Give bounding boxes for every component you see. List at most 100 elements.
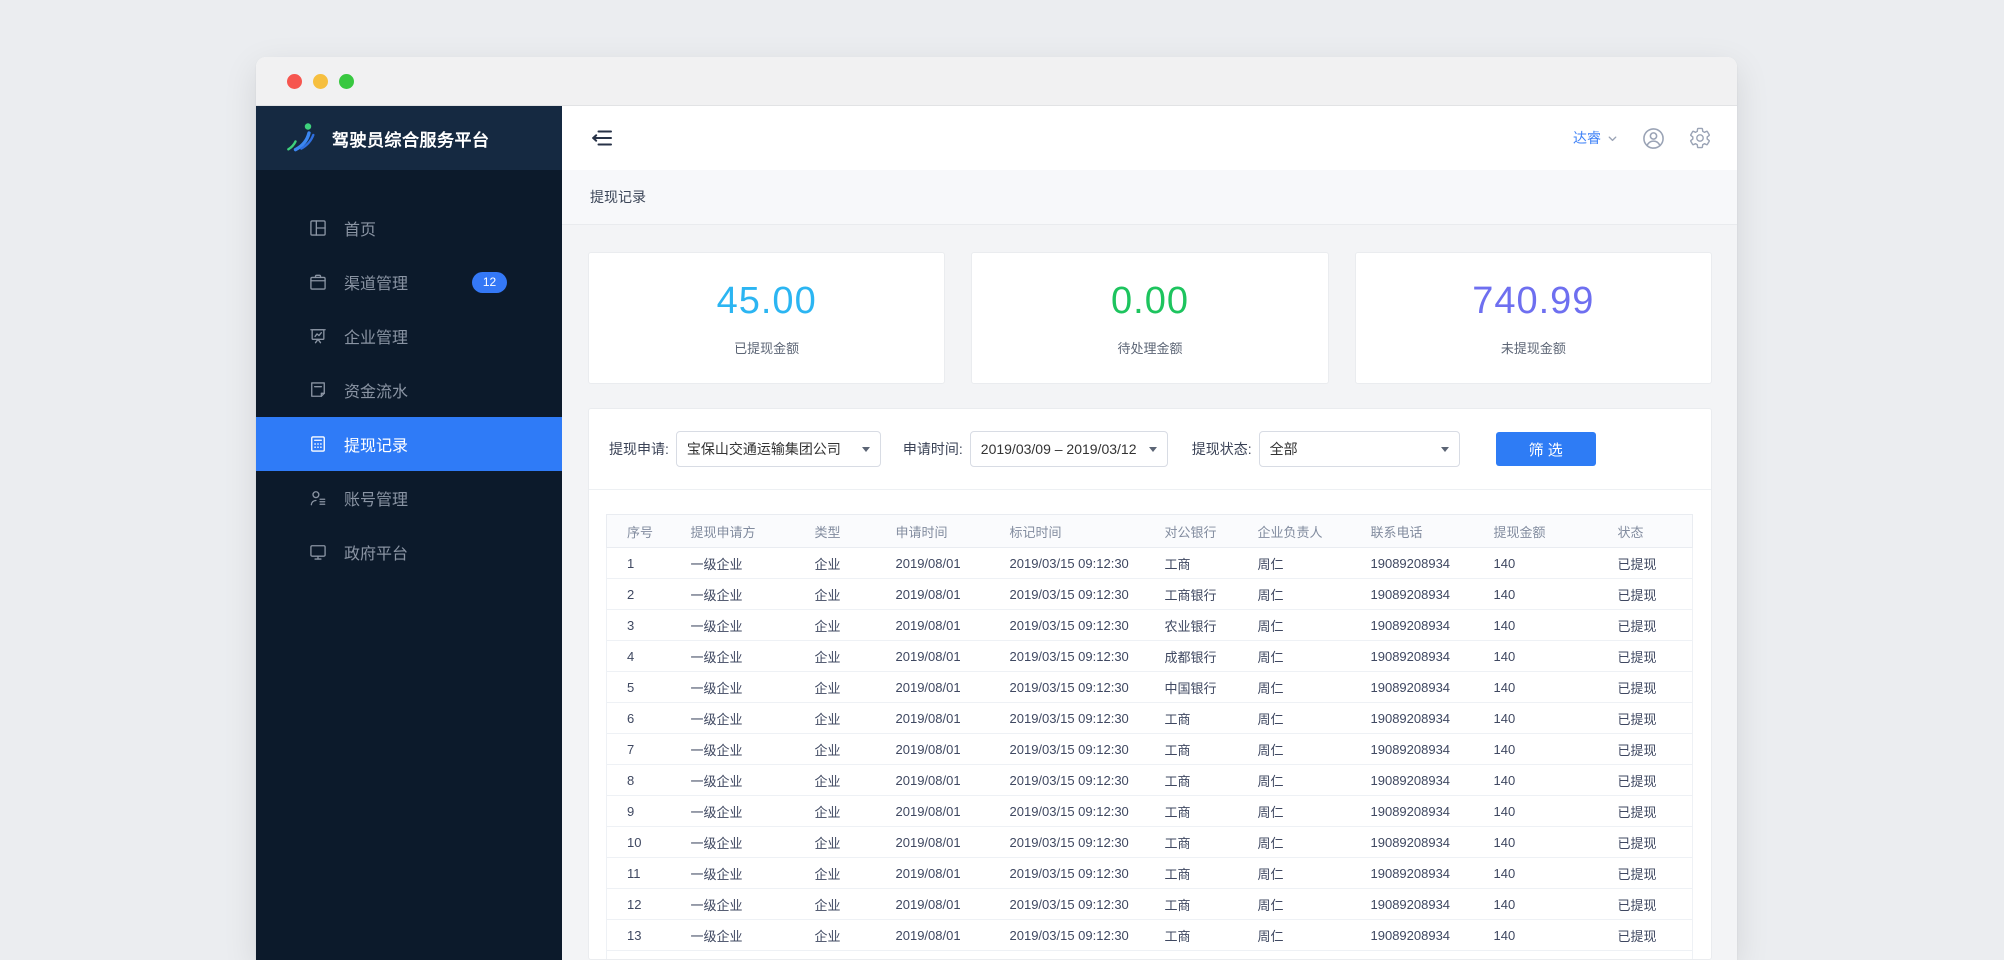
table-row[interactable]: 5 一级企业 企业 2019/08/01 2019/03/15 09:12:30 中国银行… <box>606 671 1693 703</box>
cell-phone: 19089208934 <box>1350 888 1474 920</box>
cell-apply_time: 2019/08/01 <box>875 795 990 827</box>
status-select[interactable]: 全部 <box>1258 431 1460 467</box>
col-manager: 企业负责人 <box>1237 514 1351 548</box>
sidebar-item-funds[interactable]: 资金流水 <box>256 363 562 417</box>
stat-label: 待处理金额 <box>1117 340 1183 356</box>
cell-applicant: 一级企业 <box>670 795 795 827</box>
cell-status: 已提现 <box>1597 609 1693 641</box>
traffic-light-zoom[interactable] <box>339 73 354 89</box>
cell-apply_time: 2019/08/01 <box>875 826 990 858</box>
status-select-value: 全部 <box>1269 441 1298 457</box>
cell-manager: 周仁 <box>1237 888 1351 920</box>
stat-value: 0.00 <box>1111 279 1189 322</box>
cell-applicant: 一级企业 <box>670 671 795 703</box>
cell-index: 5 <box>606 671 671 703</box>
cell-phone: 19089208934 <box>1350 671 1474 703</box>
table-row[interactable]: 3 一级企业 企业 2019/08/01 2019/03/15 09:12:30 农业银行… <box>606 609 1693 641</box>
collapse-sidebar-icon[interactable] <box>590 125 616 151</box>
stat-value: 740.99 <box>1472 279 1595 322</box>
filter-button[interactable]: 筛 选 <box>1495 432 1596 466</box>
cell-bank: 农业银行 <box>1144 609 1238 641</box>
col-status: 状态 <box>1597 514 1693 548</box>
cell-status: 已提现 <box>1597 702 1693 734</box>
cell-phone: 19089208934 <box>1350 764 1474 796</box>
sidebar-item-channels[interactable]: 渠道管理 12 <box>256 255 562 309</box>
cell-type: 企业 <box>794 857 876 889</box>
app-window: 驾驶员综合服务平台 首页 渠道管理 12 企业管理 资金流水 提现记录 账号管理… <box>256 57 1737 960</box>
caret-down-icon <box>861 446 870 452</box>
cell-mark_time: 2019/03/15 09:12:30 <box>989 826 1145 858</box>
chevron-down-icon[interactable] <box>1606 132 1619 145</box>
cell-manager: 周仁 <box>1237 919 1351 951</box>
table-row[interactable]: 9 一级企业 企业 2019/08/01 2019/03/15 09:12:30 工商 周仁… <box>606 795 1693 827</box>
stats-row: 45.00 已提现金额 0.00 待处理金额 740.99 未提现金额 <box>588 252 1712 384</box>
cell-apply_time: 2019/08/01 <box>875 950 990 959</box>
cell-manager: 周仁 <box>1237 702 1351 734</box>
applicant-select-value: 宝保山交通运输集团公司 <box>686 441 841 457</box>
cell-phone: 19089208934 <box>1350 919 1474 951</box>
cell-phone: 19089208934 <box>1350 826 1474 858</box>
table-row[interactable]: 13 一级企业 企业 2019/08/01 2019/03/15 09:12:30 工商周… <box>606 919 1693 951</box>
cell-amount: 140 <box>1473 795 1598 827</box>
cell-mark_time: 2019/03/15 09:12:30 <box>989 578 1145 610</box>
time-label: 申请时间: <box>902 441 963 457</box>
date-range-select[interactable]: 2019/03/09 – 2019/03/12 <box>969 431 1168 467</box>
cell-amount: 140 <box>1473 547 1598 579</box>
table-row[interactable]: 12 一级企业 企业 2019/08/01 2019/03/15 09:12:30 工商周… <box>606 888 1693 920</box>
table-row[interactable]: 11 一级企业 企业 2019/08/01 2019/03/15 09:12:30 工商周… <box>606 857 1693 889</box>
cell-applicant: 一级企业 <box>670 826 795 858</box>
stat-label: 未提现金额 <box>1500 340 1566 356</box>
cell-phone: 19089208934 <box>1350 857 1474 889</box>
cell-applicant: 一级企业 <box>670 578 795 610</box>
cell-mark_time: 2019/03/15 09:12:30 <box>989 888 1145 920</box>
sidebar-item-enterprises[interactable]: 企业管理 <box>256 309 562 363</box>
cell-bank: 工商 <box>1144 795 1238 827</box>
table-row[interactable]: 8 一级企业 企业 2019/08/01 2019/03/15 09:12:30 工商 周仁… <box>606 764 1693 796</box>
cell-mark_time: 2019/03/15 09:12:30 <box>989 795 1145 827</box>
calculator-icon <box>308 434 328 454</box>
cell-bank: 工商 <box>1144 733 1238 765</box>
date-range-value: 2019/03/09 – 2019/03/12 <box>980 441 1137 457</box>
traffic-light-minimize[interactable] <box>313 73 328 89</box>
table-row[interactable]: 4 一级企业 企业 2019/08/01 2019/03/15 09:12:30 成都银行… <box>606 640 1693 672</box>
cell-mark_time: 2019/03/15 09:12:30 <box>989 640 1145 672</box>
status-label: 提现状态: <box>1191 441 1252 457</box>
cell-amount: 140 <box>1473 733 1598 765</box>
cell-status: 已提现 <box>1597 919 1693 951</box>
cell-bank: 工商 <box>1144 919 1238 951</box>
cell-type: 企业 <box>794 888 876 920</box>
sidebar-item-accounts[interactable]: 账号管理 <box>256 471 562 525</box>
cell-index: 7 <box>606 733 671 765</box>
cell-index: 3 <box>606 609 671 641</box>
breadcrumb-bar: 提现记录 <box>562 170 1737 225</box>
applicant-select[interactable]: 宝保山交通运输集团公司 <box>675 431 881 467</box>
table-row[interactable]: 7 一级企业 企业 2019/08/01 2019/03/15 09:12:30 工商 周仁… <box>606 733 1693 765</box>
cell-status: 已提现 <box>1597 795 1693 827</box>
sidebar-item-home[interactable]: 首页 <box>256 201 562 255</box>
cell-bank: 工商银行 <box>1144 578 1238 610</box>
user-menu[interactable]: 达睿 <box>1573 128 1601 148</box>
content-area: 达睿 提现记录 45.00 已提现金额 0.00 待处理金额 740.99 未提… <box>562 106 1737 960</box>
cell-index: 11 <box>606 857 671 889</box>
table-row[interactable]: 14一级企业企业2019/08/012019/03/15 09:12:30工商周… <box>606 950 1693 959</box>
cell-phone: 19089208934 <box>1350 547 1474 579</box>
settings-icon[interactable] <box>1688 126 1712 150</box>
table-row[interactable]: 1 一级企业 企业 2019/08/01 2019/03/15 09:12:30 工商 周仁… <box>606 547 1693 579</box>
user-avatar-icon[interactable] <box>1641 126 1666 151</box>
cell-amount: 140 <box>1473 640 1598 672</box>
sidebar-item-government[interactable]: 政府平台 <box>256 525 562 579</box>
table-row[interactable]: 6 一级企业 企业 2019/08/01 2019/03/15 09:12:30 工商 周仁… <box>606 702 1693 734</box>
table-row[interactable]: 10 一级企业 企业 2019/08/01 2019/03/15 09:12:30 工商周… <box>606 826 1693 858</box>
cell-applicant: 一级企业 <box>670 919 795 951</box>
cell-type: 企业 <box>794 702 876 734</box>
cell-apply_time: 2019/08/01 <box>875 640 990 672</box>
traffic-light-close[interactable] <box>287 73 302 89</box>
cell-applicant: 一级企业 <box>670 950 795 959</box>
cell-amount: 140 <box>1473 578 1598 610</box>
col-phone: 联系电话 <box>1350 514 1474 548</box>
topbar: 达睿 <box>562 106 1737 170</box>
cell-index: 12 <box>606 888 671 920</box>
table-row[interactable]: 2 一级企业 企业 2019/08/01 2019/03/15 09:12:30 工商银行… <box>606 578 1693 610</box>
cell-manager: 周仁 <box>1237 857 1351 889</box>
sidebar-item-withdrawals[interactable]: 提现记录 <box>256 417 562 471</box>
